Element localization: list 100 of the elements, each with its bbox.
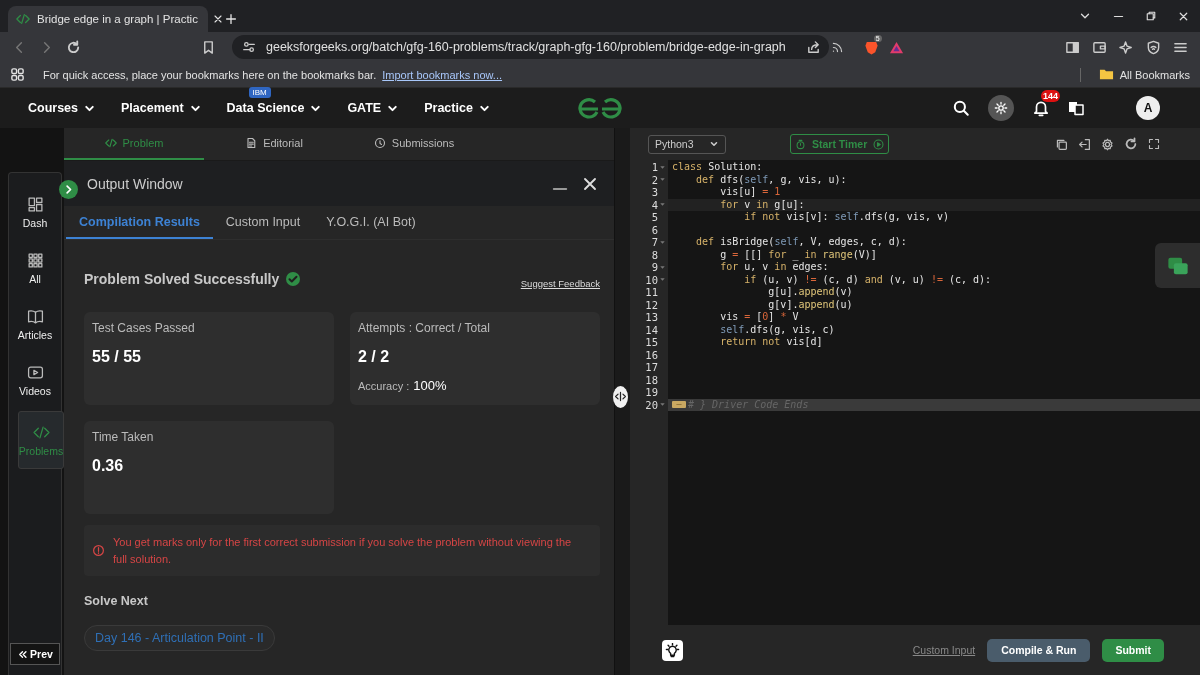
nav-menu[interactable]: GATE: [347, 101, 400, 115]
sidebar-icon[interactable]: [1065, 39, 1080, 55]
submit-button[interactable]: Submit: [1102, 638, 1164, 662]
line-number: 20: [645, 398, 658, 411]
tab[interactable]: Compilation Results: [66, 206, 213, 239]
accuracy-label: Accuracy :: [358, 380, 410, 392]
line-number: 13: [645, 311, 658, 324]
fold-icon[interactable]: [659, 201, 666, 209]
fullscreen-icon[interactable]: [1148, 138, 1160, 150]
prev-button[interactable]: Prev: [10, 643, 60, 665]
wallet-icon[interactable]: [1092, 39, 1107, 55]
site-settings-icon[interactable]: [242, 40, 256, 54]
line-number: 1: [651, 161, 658, 174]
all-bookmarks-button[interactable]: All Bookmarks: [1098, 67, 1190, 82]
site-logo[interactable]: [576, 96, 624, 120]
line-number: 12: [645, 298, 658, 311]
all-icon: [26, 251, 44, 269]
avatar[interactable]: A: [1136, 96, 1160, 120]
sparkle-icon[interactable]: [1119, 39, 1134, 55]
line-number: 5: [651, 211, 658, 224]
doc-icon: [245, 137, 258, 149]
fold-icon[interactable]: [659, 238, 666, 246]
apps-icon[interactable]: [10, 67, 25, 82]
settings-icon[interactable]: [1101, 137, 1114, 151]
compile-run-button[interactable]: Compile & Run: [987, 638, 1091, 662]
tab[interactable]: Y.O.G.I. (AI Bot): [313, 206, 429, 239]
logo-icon: [16, 12, 30, 26]
resize-icon: [614, 390, 627, 403]
bookmark-icon[interactable]: [201, 39, 216, 55]
sidebar-item[interactable]: Problems: [18, 411, 64, 469]
status-title: Problem Solved Successfully: [84, 271, 280, 287]
code-line: g = [[] for _ in range(V)]: [719, 248, 877, 260]
vpn-icon[interactable]: [1146, 39, 1161, 55]
line-number: 14: [645, 323, 658, 336]
line-number: 2: [651, 173, 658, 186]
code-line: for u, v in edges:: [719, 261, 829, 272]
stat-label: Time Taken: [92, 430, 155, 444]
translate-icon[interactable]: [1068, 100, 1084, 116]
sidebar-item[interactable]: Dash: [9, 187, 61, 237]
line-number: 9: [651, 261, 658, 274]
stat-value: 2 / 2: [358, 348, 391, 366]
nav-menu[interactable]: Data Science: [226, 101, 323, 115]
sidebar-item[interactable]: Videos: [9, 355, 61, 405]
triangle-icon[interactable]: [888, 39, 904, 55]
line-number: 4: [651, 198, 658, 211]
fold-widget-icon[interactable]: [672, 401, 686, 409]
chat-button[interactable]: [1155, 243, 1200, 288]
code-line: for v in g[u]:: [719, 198, 805, 210]
caret-icon: [709, 139, 719, 149]
fold-icon[interactable]: [659, 163, 666, 171]
import-bookmarks-link[interactable]: Import bookmarks now...: [382, 68, 503, 81]
tab[interactable]: Custom Input: [212, 206, 314, 239]
warning-icon: [92, 544, 105, 557]
sidebar-item[interactable]: Articles: [9, 299, 61, 349]
nav-menu[interactable]: Courses: [28, 101, 97, 115]
tab[interactable]: Submissions: [344, 128, 484, 160]
reload-icon[interactable]: [66, 39, 81, 55]
start-timer-button[interactable]: Start Timer: [790, 134, 890, 154]
nav-badge: IBM: [248, 87, 271, 98]
suggest-feedback-link[interactable]: Suggest Feedback: [520, 277, 600, 289]
reset-icon[interactable]: [1124, 137, 1138, 151]
new-tab-icon[interactable]: [224, 12, 238, 26]
line-number: 3: [651, 186, 658, 199]
copy-icon[interactable]: [1055, 137, 1068, 151]
rss-icon[interactable]: [830, 40, 844, 54]
theme-toggle[interactable]: [988, 95, 1014, 121]
fold-icon[interactable]: [659, 276, 666, 284]
hint-button[interactable]: [662, 639, 683, 661]
lightbulb-icon: [665, 642, 680, 658]
stopwatch-icon: [795, 138, 806, 150]
line-number: 15: [645, 336, 658, 349]
stat-value: 0.36: [92, 457, 125, 475]
code-line: class Solution:: [672, 161, 763, 172]
tab[interactable]: Editorial: [204, 128, 344, 160]
bell-icon[interactable]: [1032, 99, 1050, 117]
language-dropdown[interactable]: Python3: [648, 134, 726, 154]
resize-handle[interactable]: [613, 385, 628, 408]
code-line: if (u, v) != (c, d) and (v, u) != (c, d):: [743, 273, 992, 285]
fold-icon[interactable]: [659, 401, 666, 409]
share-icon[interactable]: [805, 39, 821, 55]
restore-icon[interactable]: [1145, 10, 1157, 22]
fold-icon[interactable]: [659, 176, 666, 184]
code-line: g[u].append(v): [767, 286, 853, 297]
stat-label: Test Cases Passed: [92, 321, 196, 335]
line-number: 18: [645, 373, 658, 386]
nav-menu[interactable]: Practice: [424, 101, 491, 115]
fold-icon[interactable]: [659, 263, 666, 271]
search-icon[interactable]: [952, 99, 970, 117]
line-number: 7: [651, 236, 658, 249]
shield-icon[interactable]: [863, 39, 879, 55]
custom-input-link[interactable]: Custom Input: [912, 644, 976, 656]
dash-icon: [26, 195, 44, 213]
sidebar-item[interactable]: All: [9, 243, 61, 293]
code-line: self.dfs(g, vis, c): [719, 323, 835, 335]
code-line: vis[u] = 1: [719, 186, 781, 197]
exit-icon[interactable]: [1078, 137, 1091, 151]
nav-menu[interactable]: Placement: [121, 101, 202, 115]
sun-icon: [994, 101, 1008, 115]
notification-badge: 144: [1041, 90, 1061, 102]
check-circle-icon: [285, 271, 302, 287]
